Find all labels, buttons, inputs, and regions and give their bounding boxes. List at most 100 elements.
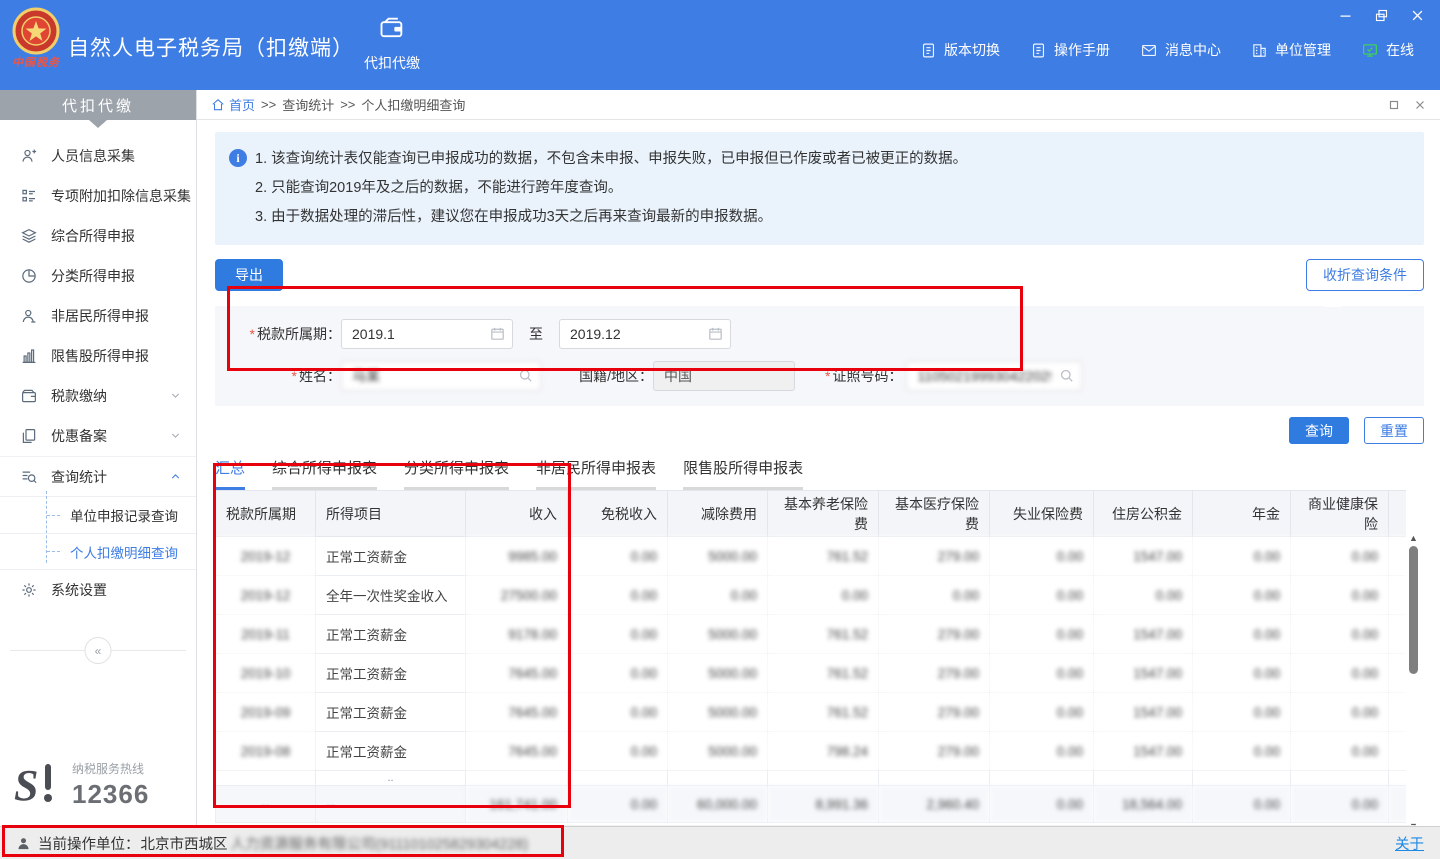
tab-分类所得申报表[interactable]: 分类所得申报表 xyxy=(404,457,509,490)
minimize-icon[interactable] xyxy=(1336,6,1354,24)
sidebar-item-label: 专项附加扣除信息采集 xyxy=(51,186,191,206)
table-row[interactable]: 2019-10正常工资薪金7645.000.005000.00761.52279… xyxy=(216,654,1407,693)
sidebar: 代扣代缴 人员信息采集专项附加扣除信息采集综合所得申报分类所得申报非居民所得申报… xyxy=(0,90,197,826)
hotline-block: S 纳税服务热线 12366 xyxy=(12,760,149,810)
scroll-up-icon[interactable]: ▲ xyxy=(1407,532,1420,544)
building-icon xyxy=(1251,42,1268,59)
about-link[interactable]: 关于 xyxy=(1395,833,1424,854)
sidebar-item[interactable]: 综合所得申报 xyxy=(0,216,196,256)
sidebar-collapse-button[interactable]: « xyxy=(85,637,112,664)
tab-非居民所得申报表[interactable]: 非居民所得申报表 xyxy=(536,457,656,490)
sidebar-item[interactable]: 人员信息采集 xyxy=(0,136,196,176)
wallet-icon xyxy=(20,387,38,405)
sidebar-subitem[interactable]: 单位申报记录查询 xyxy=(0,497,196,533)
breadcrumb-home-link[interactable]: 首页 xyxy=(211,95,255,114)
sidebar-item[interactable]: 专项附加扣除信息采集 xyxy=(0,176,196,216)
calendar-icon[interactable] xyxy=(489,325,506,342)
search-button[interactable]: 查询 xyxy=(1289,417,1349,444)
table-row[interactable]: 2019-09正常工资薪金7645.000.005000.00761.52279… xyxy=(216,693,1407,732)
top-nav-item-3[interactable]: 单位管理 xyxy=(1251,40,1331,60)
top-nav-item-4[interactable]: 在线 xyxy=(1361,40,1414,60)
cell-value: 0.00 xyxy=(1193,537,1291,576)
search-icon[interactable] xyxy=(517,367,534,384)
restore-icon[interactable] xyxy=(1372,6,1390,24)
sidebar-item[interactable]: 分类所得申报 xyxy=(0,256,196,296)
cell-value: 279.00 xyxy=(879,615,990,654)
table-row[interactable]: 2019-11正常工资薪金9178.000.005000.00761.52279… xyxy=(216,615,1407,654)
nationality-field xyxy=(653,361,795,391)
cell-value: 0.00 xyxy=(990,615,1094,654)
sidebar-item-label: 查询统计 xyxy=(51,467,107,487)
sidebar-subitem-label: 个人扣缴明细查询 xyxy=(70,542,178,562)
cell-value: 0.00 xyxy=(1193,654,1291,693)
cell-value: 5000.00 xyxy=(668,654,768,693)
copy-icon xyxy=(20,427,38,445)
search-icon[interactable] xyxy=(1058,367,1075,384)
table-row[interactable]: 2019-08正常工资薪金7645.000.005000.00798.24279… xyxy=(216,732,1407,771)
nationality-label: 国籍/地区： xyxy=(553,366,653,386)
sidebar-item[interactable]: 非居民所得申报 xyxy=(0,296,196,336)
cell-value: 0.00 xyxy=(568,732,668,771)
column-header: 减除费用 xyxy=(668,491,768,537)
top-nav-item-2[interactable]: 消息中心 xyxy=(1140,40,1221,60)
sidebar-item[interactable]: 系统设置 xyxy=(0,570,196,610)
top-nav-item-0[interactable]: 版本切换 xyxy=(920,40,1000,60)
cell-value: 761.52 xyxy=(768,615,879,654)
sidebar-item[interactable]: 限售股所得申报 xyxy=(0,336,196,376)
main-area: 首页 >> 查询统计 >> 个人扣缴明细查询 i 1. 该查询统计表仅能查询已申… xyxy=(197,90,1440,826)
column-header: 收入 xyxy=(466,491,568,537)
cell-value: 279.00 xyxy=(879,537,990,576)
table-row[interactable]: 2019-12全年一次性奖金收入27500.000.000.000.000.00… xyxy=(216,576,1407,615)
module-tab-daikou[interactable]: 代扣代缴 xyxy=(346,14,438,73)
pane-maximize-icon[interactable] xyxy=(1388,99,1400,111)
period-to-input[interactable] xyxy=(559,319,731,349)
tab-汇总[interactable]: 汇总 xyxy=(215,457,245,490)
cell-partial xyxy=(1193,771,1291,786)
name-input[interactable] xyxy=(341,361,541,391)
cell-value: 798.24 xyxy=(768,732,879,771)
cell-value: 761.52 xyxy=(768,537,879,576)
id-number-input[interactable] xyxy=(906,361,1082,391)
cell-value: 0.00 xyxy=(1389,732,1407,771)
chevron-down-icon xyxy=(169,429,182,442)
cell-item: 正常工资薪金 xyxy=(316,654,466,693)
column-header: 所得项目 xyxy=(316,491,466,537)
name-label: *姓名： xyxy=(215,366,341,386)
person-add-icon xyxy=(20,147,38,165)
cell-partial xyxy=(216,771,316,786)
breadcrumb-separator: >> xyxy=(340,97,355,112)
cell-value: 1547.00 xyxy=(1094,654,1193,693)
collapse-query-button[interactable]: 收折查询条件 xyxy=(1306,259,1424,291)
notice-box: i 1. 该查询统计表仅能查询已申报成功的数据，不包含未申报、申报失败，已申报但… xyxy=(215,132,1424,245)
vertical-scroll-thumb[interactable] xyxy=(1409,546,1418,674)
sidebar-item[interactable]: 查询统计 xyxy=(0,456,196,496)
tab-综合所得申报表[interactable]: 综合所得申报表 xyxy=(272,457,377,490)
checklist-icon xyxy=(20,187,38,205)
sidebar-item[interactable]: 税款缴纳 xyxy=(0,376,196,416)
operator-unit-visible: 北京市西城区 xyxy=(141,833,228,854)
export-button[interactable]: 导出 xyxy=(215,259,283,291)
vertical-scrollbar[interactable]: ▲ ▼ xyxy=(1407,532,1420,832)
calendar-icon[interactable] xyxy=(707,325,724,342)
cell-period: 2019-08 xyxy=(216,732,316,771)
cell-value: 0.00 xyxy=(990,732,1094,771)
sidebar-item[interactable]: 优惠备案 xyxy=(0,416,196,456)
reset-button[interactable]: 重置 xyxy=(1364,417,1424,444)
cell-value: 279.00 xyxy=(879,732,990,771)
column-header: 基本养老保险费 xyxy=(768,491,879,537)
top-nav-item-1[interactable]: 操作手册 xyxy=(1030,40,1110,60)
table-row[interactable]: 2019-12正常工资薪金9985.000.005000.00761.52279… xyxy=(216,537,1407,576)
close-icon[interactable] xyxy=(1408,6,1426,24)
sidebar-subitem[interactable]: 个人扣缴明细查询 xyxy=(0,533,196,569)
cell-value: 0.00 xyxy=(1291,732,1389,771)
cell-value: 0.00 xyxy=(568,693,668,732)
cell-partial xyxy=(1094,771,1193,786)
period-from-input[interactable] xyxy=(341,319,513,349)
result-tabs: 汇总综合所得申报表分类所得申报表非居民所得申报表限售股所得申报表 xyxy=(215,457,1424,490)
breadcrumb-level2: 个人扣缴明细查询 xyxy=(361,95,465,114)
table-row[interactable]: ----161,741.000.0060,000.008,991.362,960… xyxy=(216,786,1407,823)
tab-限售股所得申报表[interactable]: 限售股所得申报表 xyxy=(683,457,803,490)
column-header: 年金 xyxy=(1193,491,1291,537)
pane-close-icon[interactable] xyxy=(1414,99,1426,111)
cell-item: 全年一次性奖金收入 xyxy=(316,576,466,615)
